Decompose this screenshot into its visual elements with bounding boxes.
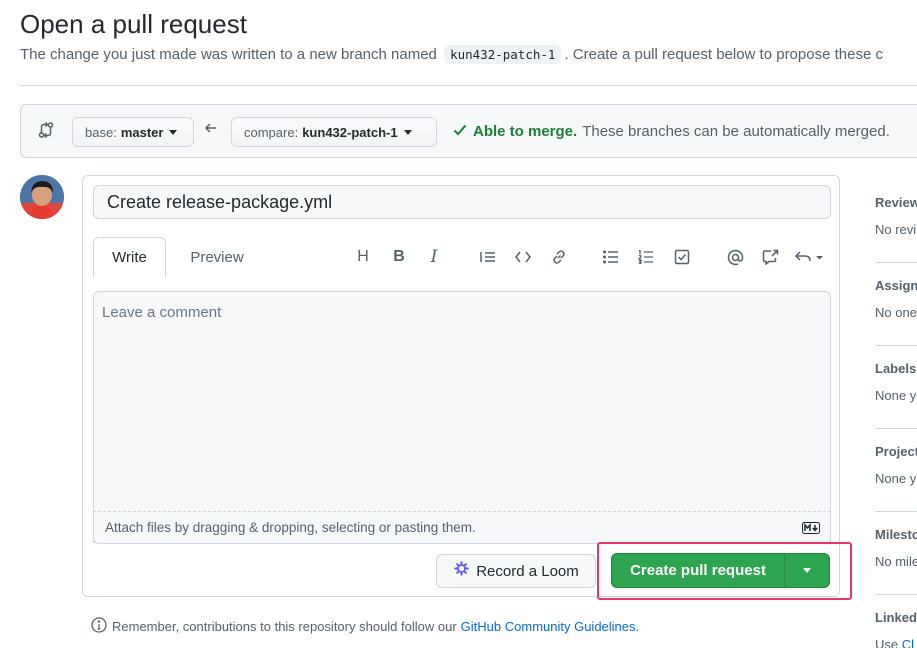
create-options-dropdown[interactable] xyxy=(784,554,829,587)
page-subtitle: The change you just made was written to … xyxy=(20,45,883,64)
check-icon xyxy=(453,123,467,140)
tab-preview[interactable]: Preview xyxy=(177,237,257,277)
caret-down-icon xyxy=(169,129,178,135)
compare-bar: base: master compare: kun432-patch-1 Abl… xyxy=(20,104,917,158)
sidebar-value: Use Cl xyxy=(875,637,917,648)
compare-label: compare: xyxy=(244,124,299,140)
sidebar-value: No revi xyxy=(875,222,917,237)
merge-ok-text: Able to merge. xyxy=(473,123,578,140)
saved-replies-icon[interactable] xyxy=(793,244,827,270)
arrow-left-icon xyxy=(204,121,218,139)
sidebar-labels[interactable]: Labels None y xyxy=(875,361,917,403)
branch-name-code: kun432-patch-1 xyxy=(444,45,562,64)
community-guidelines-link[interactable]: GitHub Community Guidelines xyxy=(461,619,636,634)
merge-message: These branches can be automatically merg… xyxy=(582,123,890,140)
caret-down-icon xyxy=(403,129,412,135)
base-branch-select[interactable]: base: master xyxy=(72,117,194,147)
page-title: Open a pull request xyxy=(20,9,247,39)
sidebar-value: No one xyxy=(875,305,917,320)
contribution-note-text: Remember, contributions to this reposito… xyxy=(112,619,457,634)
italic-icon[interactable]: I xyxy=(422,244,446,270)
sidebar-link[interactable]: Cl xyxy=(902,637,914,648)
divider xyxy=(875,511,917,512)
sidebar-projects[interactable]: Project None y xyxy=(875,444,917,486)
divider xyxy=(875,594,917,595)
sidebar: Review No revi Assign No one Labels None… xyxy=(875,175,917,648)
git-compare-icon xyxy=(38,121,54,144)
compare-branch-select[interactable]: compare: kun432-patch-1 xyxy=(231,117,437,147)
merge-status: Able to merge. These branches can be aut… xyxy=(453,123,890,140)
mention-icon[interactable] xyxy=(723,244,747,270)
sidebar-assignees[interactable]: Assign No one xyxy=(875,278,917,320)
comment-textarea[interactable] xyxy=(94,292,830,542)
subtitle-text: The change you just made was written to … xyxy=(20,46,437,63)
sidebar-heading: Assign xyxy=(875,278,917,293)
tab-write[interactable]: Write xyxy=(93,237,166,278)
link-icon[interactable] xyxy=(547,244,571,270)
contribution-note: Remember, contributions to this reposito… xyxy=(91,617,639,636)
record-loom-label: Record a Loom xyxy=(476,562,579,580)
sidebar-milestone[interactable]: Milesto No mile xyxy=(875,527,917,569)
sidebar-heading: Linked xyxy=(875,610,917,625)
info-icon xyxy=(91,617,107,636)
create-pull-request-button[interactable]: Create pull request xyxy=(612,554,784,587)
sidebar-linked-issues[interactable]: Linked Use Cl xyxy=(875,610,917,648)
sidebar-heading: Project xyxy=(875,444,917,459)
code-icon[interactable] xyxy=(511,244,535,270)
sidebar-value-text: Use xyxy=(875,637,902,648)
unordered-list-icon[interactable] xyxy=(599,244,623,270)
divider xyxy=(875,262,917,263)
sidebar-value: None y xyxy=(875,388,917,403)
comment-editor xyxy=(93,291,831,543)
caret-down-icon xyxy=(803,568,811,573)
create-pull-request-button-group: Create pull request xyxy=(611,553,830,588)
base-branch-value: master xyxy=(120,124,164,140)
sidebar-heading: Labels xyxy=(875,361,917,376)
attach-files-text: Attach files by dragging & dropping, sel… xyxy=(105,520,476,535)
sidebar-value: None y xyxy=(875,471,917,486)
heading-icon[interactable]: H xyxy=(351,244,375,270)
task-list-icon[interactable] xyxy=(670,244,694,270)
loom-icon xyxy=(453,560,470,582)
divider xyxy=(875,345,917,346)
sidebar-heading: Milesto xyxy=(875,527,917,542)
base-label: base: xyxy=(85,124,117,140)
bold-icon[interactable]: B xyxy=(387,244,411,270)
ordered-list-icon[interactable] xyxy=(634,244,658,270)
cross-reference-icon[interactable] xyxy=(758,244,782,270)
divider xyxy=(20,85,917,86)
sidebar-heading: Review xyxy=(875,195,917,210)
compare-branch-value: kun432-patch-1 xyxy=(302,124,398,140)
pull-request-form: Write Preview H B I xyxy=(82,175,840,597)
note-period: . xyxy=(635,619,640,634)
sidebar-reviewers[interactable]: Review No revi xyxy=(875,195,917,237)
subtitle-text-tail: . Create a pull request below to propose… xyxy=(564,46,883,63)
sidebar-value: No mile xyxy=(875,554,917,569)
avatar[interactable] xyxy=(20,175,64,219)
divider xyxy=(875,428,917,429)
markdown-icon[interactable] xyxy=(802,522,820,537)
attach-files-bar[interactable]: Attach files by dragging & dropping, sel… xyxy=(93,511,831,544)
record-loom-button[interactable]: Record a Loom xyxy=(436,554,596,588)
quote-icon[interactable] xyxy=(476,244,500,270)
pr-title-input[interactable] xyxy=(93,185,831,219)
